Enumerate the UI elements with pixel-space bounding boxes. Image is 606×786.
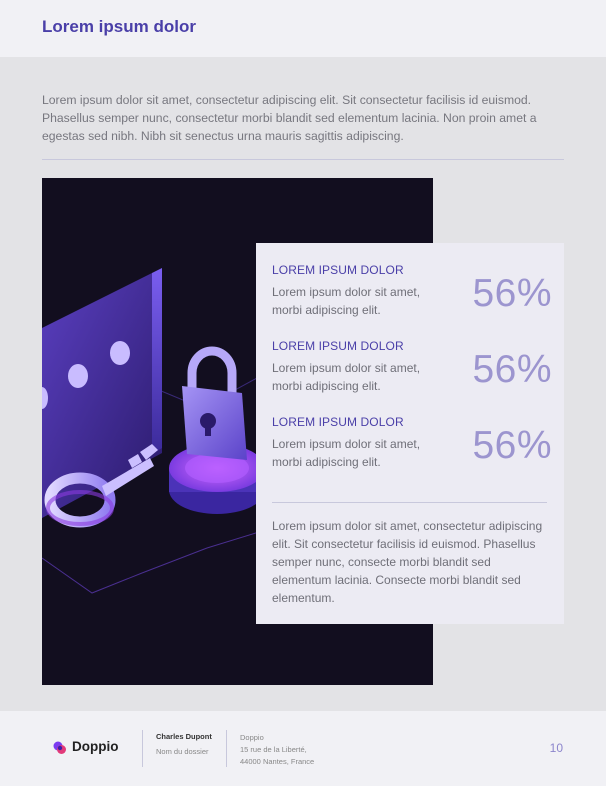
company-address-line: 15 rue de la Liberté, <box>240 745 307 754</box>
company-name: Doppio <box>240 733 264 742</box>
footer-divider <box>226 730 227 767</box>
stat-item: LOREM IPSUM DOLOR Lorem ipsum dolor sit … <box>272 415 552 477</box>
stat-description: Lorem ipsum dolor sit amet, morbi adipis… <box>272 437 421 469</box>
divider <box>42 159 564 160</box>
stat-label: LOREM IPSUM DOLOR <box>272 339 404 353</box>
author-name: Charles Dupont <box>156 732 212 741</box>
card-divider <box>272 502 547 503</box>
page-title: Lorem ipsum dolor <box>42 17 196 36</box>
stat-item: LOREM IPSUM DOLOR Lorem ipsum dolor sit … <box>272 339 552 401</box>
stat-value: 56% <box>472 348 552 391</box>
stat-value: 56% <box>472 272 552 315</box>
doppio-logo-icon <box>53 741 66 754</box>
stat-label: LOREM IPSUM DOLOR <box>272 263 404 277</box>
footer-divider <box>142 730 143 767</box>
stat-item: LOREM IPSUM DOLOR Lorem ipsum dolor sit … <box>272 263 552 325</box>
intro-paragraph: Lorem ipsum dolor sit amet, consectetur … <box>42 93 537 143</box>
stat-description: Lorem ipsum dolor sit amet, morbi adipis… <box>272 361 421 393</box>
page-number: 10 <box>549 741 563 755</box>
stats-card: LOREM IPSUM DOLOR Lorem ipsum dolor sit … <box>256 243 564 624</box>
stat-value: 56% <box>472 424 552 467</box>
logo-text: Doppio <box>72 739 119 754</box>
page-footer: Doppio Charles Dupont Nom du dossier Dop… <box>0 711 606 786</box>
page-header: Lorem ipsum dolor <box>0 0 606 57</box>
company-info: Doppio 15 rue de la Liberté, 44000 Nante… <box>240 732 314 768</box>
company-address-line: 44000 Nantes, France <box>240 757 315 766</box>
card-paragraph: Lorem ipsum dolor sit amet, consectetur … <box>272 519 543 605</box>
stat-description: Lorem ipsum dolor sit amet, morbi adipis… <box>272 285 421 317</box>
stat-label: LOREM IPSUM DOLOR <box>272 415 404 429</box>
author-file: Nom du dossier <box>156 747 209 756</box>
